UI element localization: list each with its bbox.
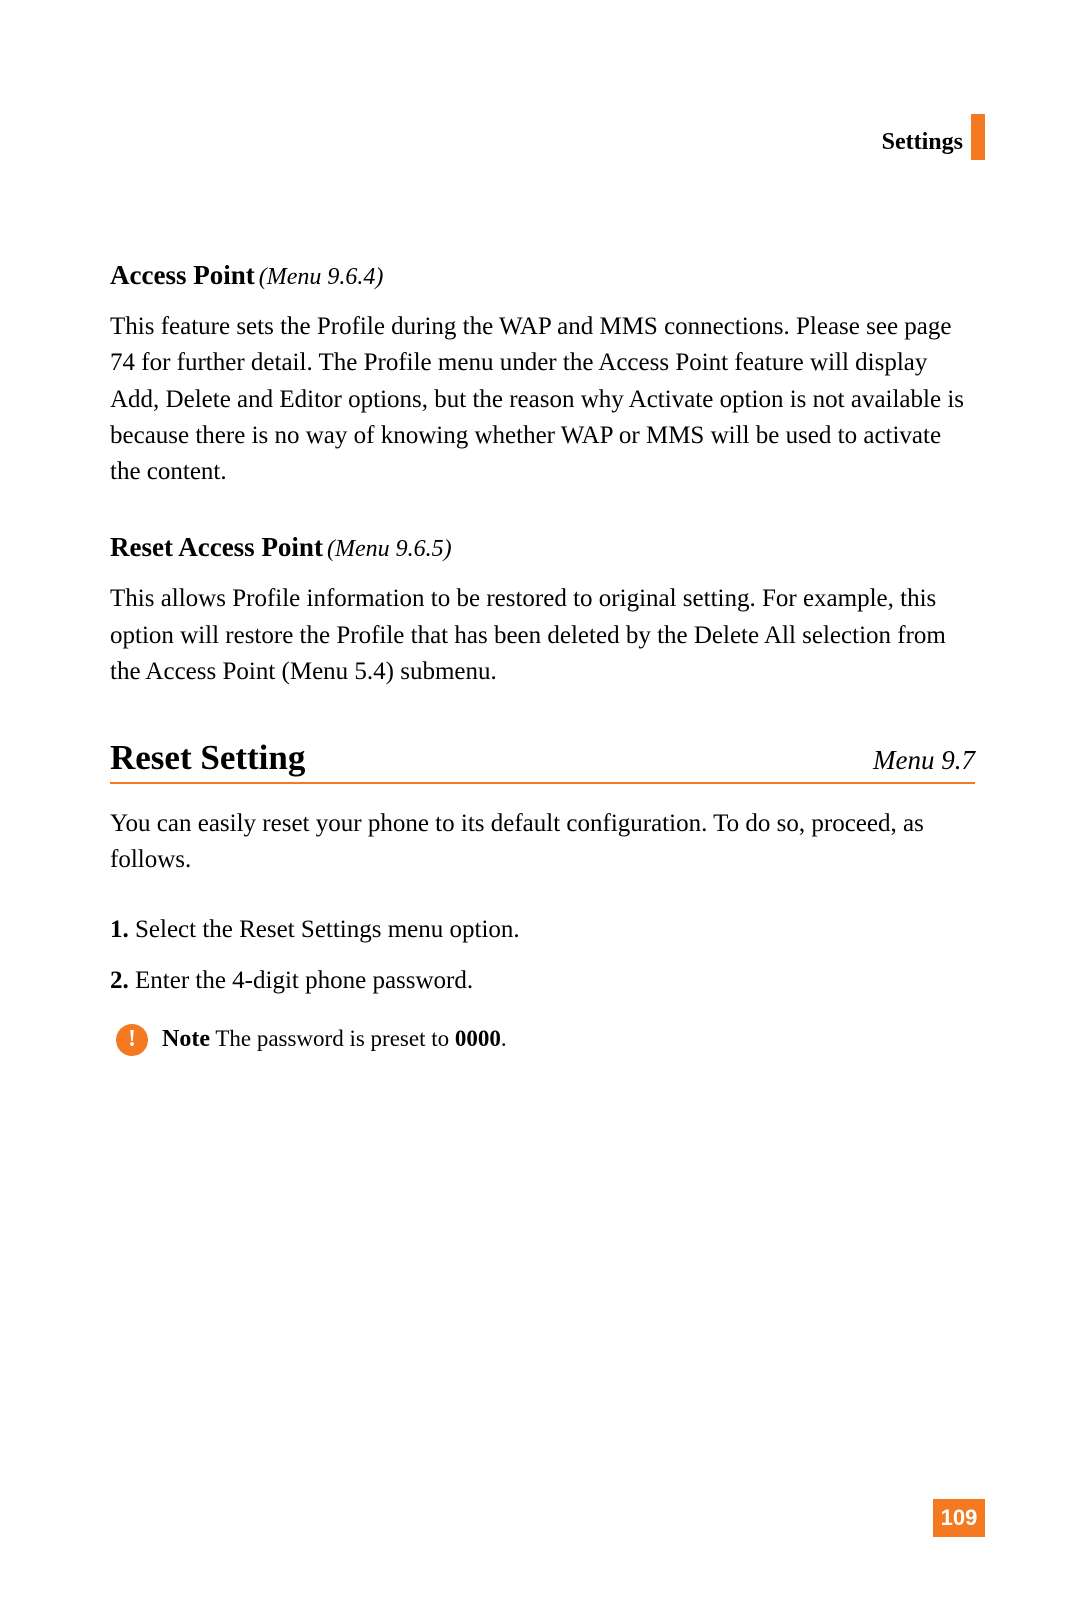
section-access-point: Access Point (Menu 9.6.4) This feature s… (110, 260, 975, 490)
subheading-reset-access-point: Reset Access Point (Menu 9.6.5) (110, 532, 975, 563)
section-reset-access-point: Reset Access Point (Menu 9.6.5) This all… (110, 532, 975, 690)
chapter-accent-bar (971, 114, 985, 160)
step-text: Enter the 4-digit phone password. (129, 967, 473, 994)
body-text-access-point: This feature sets the Profile during the… (110, 309, 975, 490)
page-number: 109 (933, 1499, 985, 1537)
chapter-title: Settings (882, 129, 963, 156)
alert-icon: ! (116, 1024, 148, 1056)
step-number: 2. (110, 967, 129, 994)
note: ! Note The password is preset to 0000. (116, 1024, 975, 1056)
note-text-prefix: The password is preset to (210, 1026, 455, 1051)
chapter-header: Settings (882, 124, 985, 160)
subheading-title: Reset Access Point (110, 532, 323, 562)
alert-icon-glyph: ! (128, 1026, 136, 1053)
page-number-value: 109 (941, 1505, 978, 1531)
step-1: 1. Select the Reset Settings menu option… (110, 911, 975, 949)
subheading-access-point: Access Point (Menu 9.6.4) (110, 260, 975, 291)
step-number: 1. (110, 916, 129, 943)
note-suffix: . (501, 1026, 507, 1051)
subheading-title: Access Point (110, 260, 255, 290)
note-label: Note (162, 1026, 210, 1052)
note-bold-value: 0000 (455, 1026, 501, 1051)
body-text-reset-access-point: This allows Profile information to be re… (110, 581, 975, 690)
body-text-reset-setting-intro: You can easily reset your phone to its d… (110, 806, 975, 879)
main-heading-title: Reset Setting (110, 738, 305, 778)
note-content: Note The password is preset to 0000. (162, 1026, 507, 1053)
main-heading-menu-ref: Menu 9.7 (873, 745, 975, 776)
step-text: Select the Reset Settings menu option. (129, 916, 520, 943)
subheading-menu-ref: (Menu 9.6.4) (259, 264, 384, 290)
step-2: 2. Enter the 4-digit phone password. (110, 962, 975, 1000)
main-heading-reset-setting: Reset Setting Menu 9.7 (110, 738, 975, 784)
subheading-menu-ref: (Menu 9.6.5) (327, 536, 452, 562)
